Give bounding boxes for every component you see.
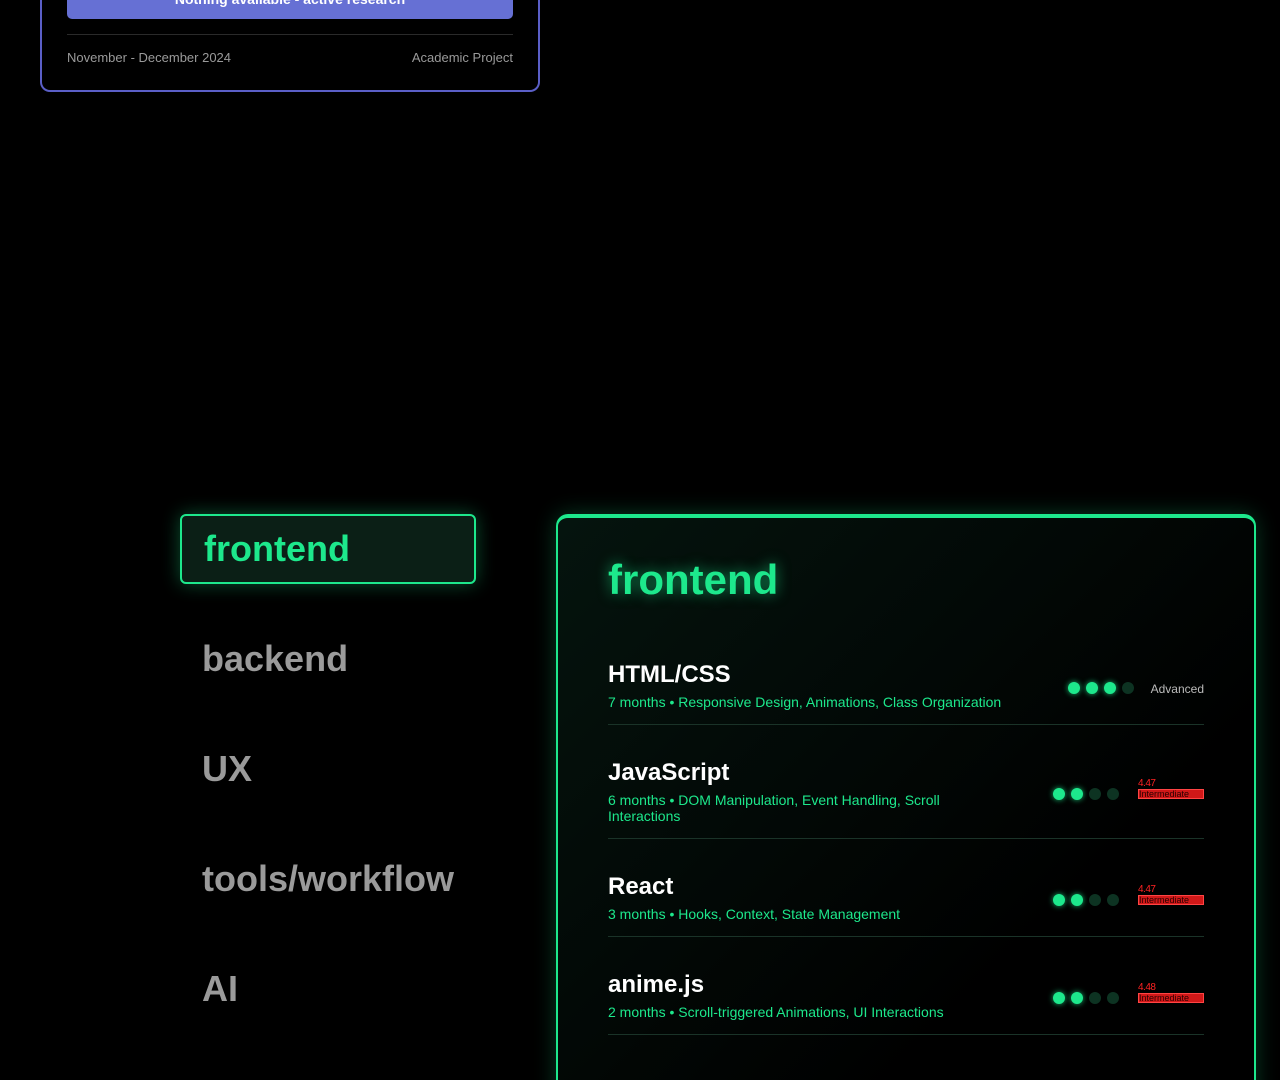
- skill-desc: 6 months • DOM Manipulation, Event Handl…: [608, 792, 940, 824]
- skill-row: JavaScript 6 months • DOM Manipulation, …: [608, 759, 1204, 839]
- tab-frontend[interactable]: frontend: [180, 514, 476, 584]
- skill-name: JavaScript: [608, 759, 730, 786]
- skill-level-number: 4.47: [1138, 884, 1156, 895]
- skill-level-indicator: 4.47 Intermediate: [1138, 885, 1204, 905]
- project-date: November - December 2024: [67, 50, 232, 65]
- panel-title: frontend: [608, 556, 779, 603]
- skill-desc: 7 months • Responsive Design, Animations…: [608, 694, 1002, 710]
- level-dot-filled: [1053, 894, 1065, 906]
- tab-tools-workflow[interactable]: tools/workflow: [180, 844, 476, 914]
- level-dot-empty: [1089, 894, 1101, 906]
- level-dot-empty: [1107, 992, 1119, 1004]
- level-dot-empty: [1122, 682, 1134, 694]
- level-dot-filled: [1086, 682, 1098, 694]
- level-dot-empty: [1107, 894, 1119, 906]
- skill-desc: 3 months • Hooks, Context, State Managem…: [608, 906, 901, 922]
- level-dot-empty: [1089, 992, 1101, 1004]
- skill-level-number: 4.48: [1138, 982, 1156, 993]
- skill-level-dots: [1053, 788, 1119, 800]
- level-dot-filled: [1068, 682, 1080, 694]
- skill-desc: 2 months • Scroll-triggered Animations, …: [608, 1004, 944, 1020]
- skill-level-label: Advanced: [1150, 682, 1204, 696]
- level-dot-filled: [1053, 992, 1065, 1004]
- tab-ai[interactable]: AI: [180, 954, 476, 1024]
- skill-row: HTML/CSS 7 months • Responsive Design, A…: [608, 661, 1204, 725]
- level-dot-filled: [1104, 682, 1116, 694]
- level-dot-filled: [1071, 894, 1083, 906]
- level-dot-filled: [1071, 788, 1083, 800]
- level-dot-empty: [1107, 788, 1119, 800]
- tab-ux[interactable]: UX: [180, 734, 476, 804]
- research-status-button[interactable]: Nothing available - active research: [67, 0, 513, 19]
- skills-panel: frontend HTML/CSS 7 months • Responsive …: [556, 514, 1256, 1080]
- level-dot-filled: [1053, 788, 1065, 800]
- skill-row: React 3 months • Hooks, Context, State M…: [608, 873, 1204, 937]
- skill-level-number: 4.47: [1138, 778, 1156, 789]
- skill-level-label: Intermediate: [1138, 895, 1204, 905]
- skill-level-label: Intermediate: [1138, 993, 1204, 1003]
- project-type: Academic Project: [411, 50, 513, 65]
- skill-level-label: Intermediate: [1138, 789, 1204, 799]
- level-dot-empty: [1089, 788, 1101, 800]
- skill-level-dots: [1053, 894, 1119, 906]
- skill-level-dots: [1068, 682, 1134, 694]
- skill-level-dots: [1053, 992, 1119, 1004]
- card-divider: [67, 34, 513, 35]
- skill-row: anime.js 2 months • Scroll-triggered Ani…: [608, 971, 1204, 1035]
- skill-level-indicator: 4.48 Intermediate: [1138, 983, 1204, 1003]
- tab-backend[interactable]: backend: [180, 624, 476, 694]
- skill-level-indicator: 4.47 Intermediate: [1138, 779, 1204, 799]
- level-dot-filled: [1071, 992, 1083, 1004]
- project-card: Nothing available - active research Nove…: [40, 0, 540, 92]
